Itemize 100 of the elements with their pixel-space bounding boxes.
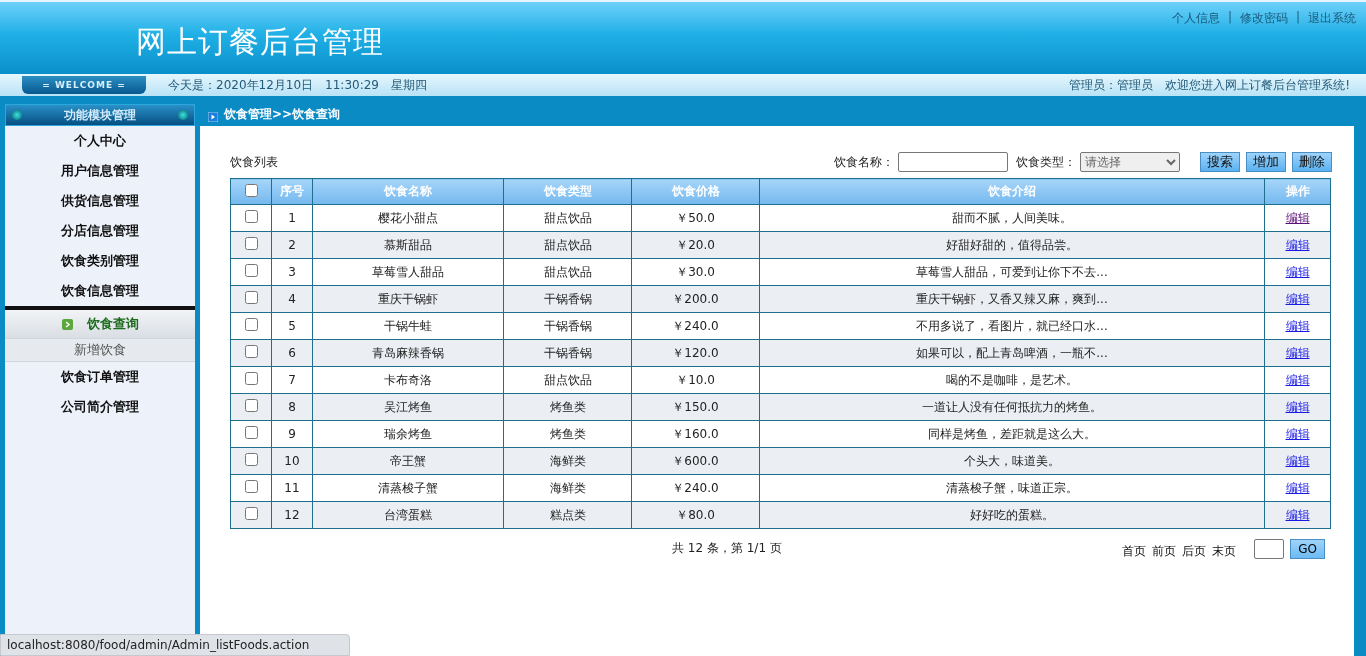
menu-item[interactable]: 饮食类别管理 (5, 246, 195, 276)
edit-link[interactable]: 编辑 (1285, 372, 1310, 387)
table-cell: 如果可以，配上青岛啤酒，一瓶不... (759, 339, 1265, 367)
edit-link[interactable]: 编辑 (1285, 264, 1310, 279)
table-cell: ￥80.0 (631, 501, 760, 529)
table-cell: 草莓雪人甜品，可爱到让你下不去... (759, 258, 1265, 286)
table-cell: 台湾蛋糕 (312, 501, 504, 529)
table-cell: 一道让人没有任何抵抗力的烤鱼。 (759, 393, 1265, 421)
action-button[interactable]: 搜索 (1200, 152, 1240, 172)
table-cell: 糕点类 (503, 501, 632, 529)
table-cell: 海鲜类 (503, 474, 632, 502)
row-checkbox[interactable] (244, 480, 258, 493)
table-cell: 甜点饮品 (503, 366, 632, 394)
menu-item[interactable]: 分店信息管理 (5, 216, 195, 246)
row-checkbox[interactable] (244, 453, 258, 466)
edit-link[interactable]: 编辑 (1285, 480, 1310, 495)
field-label: 饮食名称： (834, 153, 894, 171)
edit-link[interactable]: 编辑 (1285, 399, 1310, 414)
table-cell: ￥200.0 (631, 285, 760, 313)
table-cell: 不用多说了，看图片，就已经口水... (759, 312, 1265, 340)
dot-icon (12, 110, 22, 120)
edit-link[interactable]: 编辑 (1285, 237, 1310, 252)
column-header: 操作 (1264, 178, 1331, 205)
table-cell: 干锅香锅 (503, 285, 632, 313)
action-button[interactable]: 增加 (1246, 152, 1286, 172)
edit-link[interactable]: 编辑 (1285, 318, 1310, 333)
row-checkbox[interactable] (244, 372, 258, 385)
row-checkbox[interactable] (244, 264, 258, 277)
page-link[interactable]: 后页 (1182, 543, 1207, 560)
row-checkbox[interactable] (244, 345, 258, 358)
table-cell: 吴江烤鱼 (312, 393, 504, 421)
edit-link[interactable]: 编辑 (1285, 426, 1310, 441)
submenu-item[interactable]: 饮食查询 (5, 310, 195, 339)
action-button[interactable]: 删除 (1292, 152, 1332, 172)
table-cell: ￥160.0 (631, 420, 760, 448)
table-cell: 干锅香锅 (503, 312, 632, 340)
row-checkbox[interactable] (244, 426, 258, 439)
edit-link[interactable]: 编辑 (1285, 507, 1310, 522)
date-text: 今天是：2020年12月10日 11:30:29 星期四 (168, 76, 427, 94)
table-cell: ￥50.0 (631, 204, 760, 232)
table-cell: 慕斯甜品 (312, 231, 504, 259)
edit-link[interactable]: 编辑 (1285, 453, 1310, 468)
type-dropdown[interactable]: 请选择 (1080, 152, 1180, 172)
table-cell: 甜点饮品 (503, 231, 632, 259)
menu-item[interactable]: 饮食订单管理 (5, 362, 195, 392)
table-cell: 个头大，味道美。 (759, 447, 1265, 475)
status-bar: localhost:8080/food/admin/Admin_listFoods.action (0, 634, 351, 656)
table-cell: 甜点饮品 (503, 258, 632, 286)
edit-link[interactable]: 编辑 (1285, 345, 1310, 360)
table-cell: ￥600.0 (631, 447, 760, 475)
table-cell: 樱花小甜点 (312, 204, 504, 232)
menu-item[interactable]: 饮食信息管理 (5, 276, 195, 306)
row-checkbox[interactable] (244, 399, 258, 412)
menu-item[interactable]: 公司简介管理 (5, 392, 195, 422)
table-cell: 干锅牛蛙 (312, 312, 504, 340)
menu-item[interactable]: 用户信息管理 (5, 156, 195, 186)
row-checkbox[interactable] (244, 318, 258, 331)
row-checkbox[interactable] (244, 291, 258, 304)
table-cell: ￥20.0 (631, 231, 760, 259)
table-cell: 海鲜类 (503, 447, 632, 475)
separator: | (1295, 10, 1300, 24)
go-button[interactable]: GO (1290, 538, 1325, 559)
header-link[interactable]: 个人信息 (1171, 10, 1220, 27)
arrow-icon (61, 318, 73, 330)
page-input-field[interactable] (1254, 538, 1285, 559)
table-cell: 烤鱼类 (503, 420, 632, 448)
page-link[interactable]: 首页 (1122, 543, 1147, 560)
table-cell: 草莓雪人甜品 (312, 258, 504, 286)
header-link[interactable]: 修改密码 (1239, 10, 1288, 27)
table-cell: 好甜好甜的，值得品尝。 (759, 231, 1265, 259)
table-cell: 清蒸梭子蟹 (312, 474, 504, 502)
table-cell: 甜而不腻，人间美味。 (759, 204, 1265, 232)
table-cell: ￥150.0 (631, 393, 760, 421)
site-title: 网上订餐后台管理 (135, 23, 384, 61)
admin-greeting: 管理员：管理员 欢迎您进入网上订餐后台管理系统! (1069, 76, 1350, 94)
name-input-field[interactable] (898, 152, 1008, 172)
dot-icon (178, 110, 188, 120)
table-cell: 烤鱼类 (503, 393, 632, 421)
page-link[interactable]: 前页 (1152, 543, 1177, 560)
page-summary: 共 12 条，第 1/1 页 (672, 540, 782, 557)
table-cell: 重庆干锅虾，又香又辣又麻，爽到... (759, 285, 1265, 313)
header-link[interactable]: 退出系统 (1308, 10, 1356, 27)
play-icon (208, 112, 218, 122)
edit-link[interactable]: 编辑 (1285, 291, 1310, 306)
menu-item[interactable]: 供货信息管理 (5, 186, 195, 216)
menu-item[interactable]: 个人中心 (5, 126, 195, 156)
column-header: 序号 (271, 178, 313, 205)
submenu-item[interactable]: 新增饮食 (5, 339, 195, 362)
table-cell: 重庆干锅虾 (312, 285, 504, 313)
list-title: 饮食列表 (230, 153, 278, 171)
edit-link[interactable]: 编辑 (1285, 210, 1310, 225)
row-checkbox[interactable] (244, 210, 258, 223)
row-checkbox[interactable] (244, 507, 258, 520)
table-cell: 好好吃的蛋糕。 (759, 501, 1265, 529)
table-cell: 瑞余烤鱼 (312, 420, 504, 448)
select-all-checkbox[interactable] (244, 183, 258, 197)
page-link[interactable]: 末页 (1212, 543, 1237, 560)
table-cell: 甜点饮品 (503, 204, 632, 232)
column-header: 饮食介绍 (759, 178, 1265, 205)
row-checkbox[interactable] (244, 237, 258, 250)
